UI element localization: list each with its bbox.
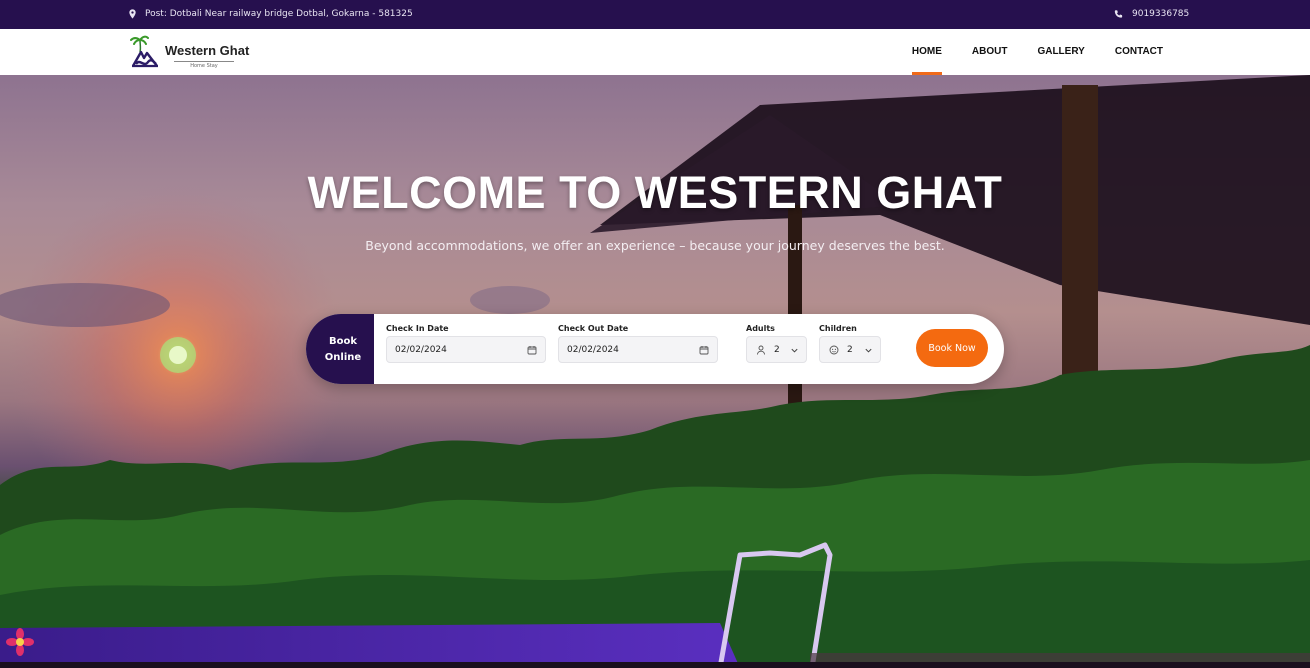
child-icon [829, 345, 839, 355]
checkin-date-input[interactable]: 02/02/2024 [386, 336, 546, 363]
children-label: Children [819, 324, 857, 333]
primary-nav: HOME ABOUT GALLERY CONTACT [897, 29, 1178, 75]
hero-subtitle: Beyond accommodations, we offer an exper… [365, 238, 945, 253]
phone-number[interactable]: 9019336785 [1132, 9, 1189, 19]
phone-icon [1114, 9, 1123, 19]
checkout-date-input[interactable]: 02/02/2024 [558, 336, 718, 363]
nav-about-link[interactable]: ABOUT [957, 29, 1023, 75]
calendar-icon[interactable] [699, 345, 709, 355]
main-navbar: Western Ghat Home Stay HOME ABOUT GALLER… [0, 29, 1310, 75]
logo-mark-icon [130, 34, 162, 70]
book-now-button[interactable]: Book Now [916, 329, 988, 367]
brand-tagline: Home Stay [174, 61, 234, 69]
adults-value: 2 [774, 345, 780, 355]
children-value: 2 [847, 345, 853, 355]
booking-form: Book Online Check In Date 02/02/2024 Che… [306, 314, 1004, 384]
hero-title: WELCOME TO WESTERN GHAT [307, 167, 1003, 218]
calendar-icon[interactable] [527, 345, 537, 355]
adults-label: Adults [746, 324, 775, 333]
brand-logo[interactable]: Western Ghat Home Stay [130, 34, 250, 70]
book-online-line2: Online [324, 352, 362, 363]
bottom-edge [0, 662, 1310, 668]
checkin-label: Check In Date [386, 324, 449, 333]
adults-select[interactable]: 2 [746, 336, 807, 363]
nav-contact-link[interactable]: CONTACT [1100, 29, 1178, 75]
address-info: Post: Dotbali Near railway bridge Dotbal… [128, 9, 413, 19]
checkout-label: Check Out Date [558, 324, 629, 333]
location-pin-icon [128, 9, 137, 19]
checkin-date-value: 02/02/2024 [395, 345, 447, 355]
book-online-line1: Book [328, 336, 357, 347]
hero-section: WELCOME TO WESTERN GHAT Beyond accommoda… [0, 75, 1310, 668]
person-icon [756, 345, 766, 355]
chevron-down-icon [790, 346, 799, 355]
address-text: Post: Dotbali Near railway bridge Dotbal… [145, 9, 413, 19]
top-info-bar: Post: Dotbali Near railway bridge Dotbal… [0, 0, 1310, 29]
nav-gallery-link[interactable]: GALLERY [1022, 29, 1099, 75]
book-online-tab: Book Online [306, 314, 374, 384]
nav-home-link[interactable]: HOME [897, 29, 957, 75]
children-select[interactable]: 2 [819, 336, 881, 363]
checkout-date-value: 02/02/2024 [567, 345, 619, 355]
phone-info[interactable]: 9019336785 [1114, 9, 1189, 19]
flower-widget-icon[interactable] [6, 628, 34, 656]
chevron-down-icon [864, 346, 873, 355]
brand-name: Western Ghat [165, 43, 250, 58]
